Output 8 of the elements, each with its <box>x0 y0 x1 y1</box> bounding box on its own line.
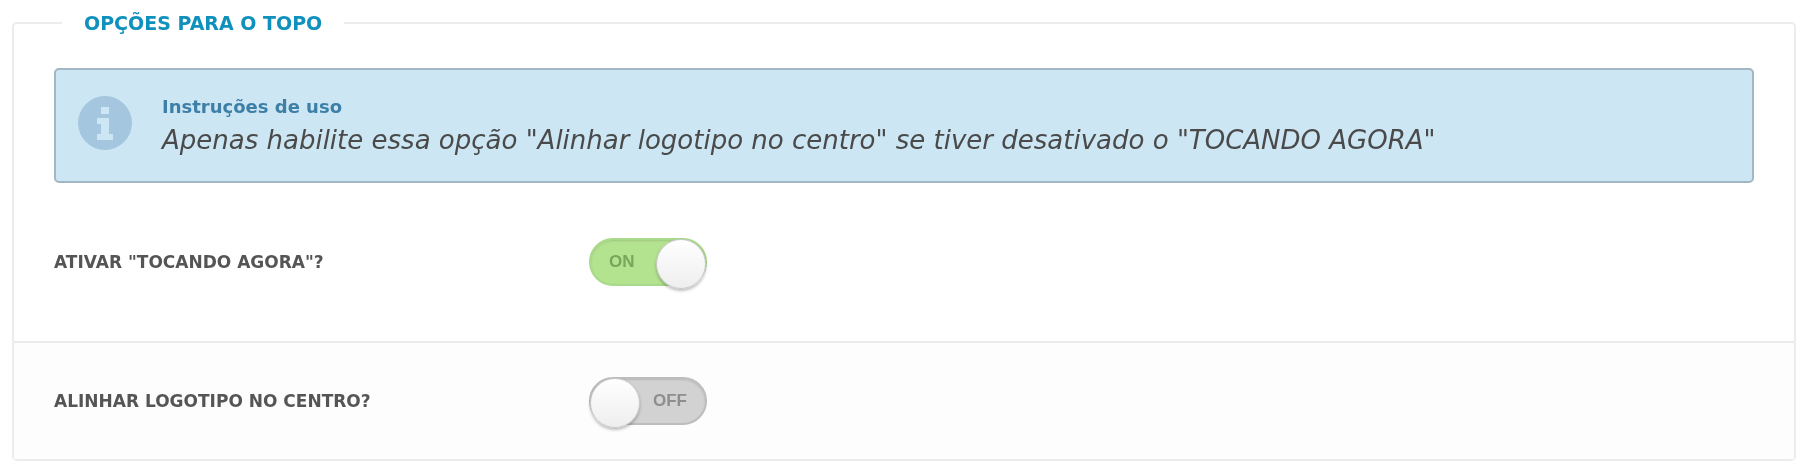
option-label: ATIVAR "TOCANDO AGORA"? <box>54 252 325 272</box>
section-title: OPÇÕES PARA O TOPO <box>83 12 324 34</box>
option-label: ALINHAR LOGOTIPO NO CENTRO? <box>54 391 372 411</box>
info-text: Apenas habilite essa opção "Alinhar logotipo no centro" se tiver desativado o "TOCANDO AGORA" <box>162 125 1436 155</box>
info-icon <box>78 96 132 150</box>
info-title: Instruções de uso <box>162 96 343 117</box>
toggle-switch[interactable]: ON <box>589 238 707 286</box>
toggle-switch[interactable]: OFF <box>589 377 707 425</box>
